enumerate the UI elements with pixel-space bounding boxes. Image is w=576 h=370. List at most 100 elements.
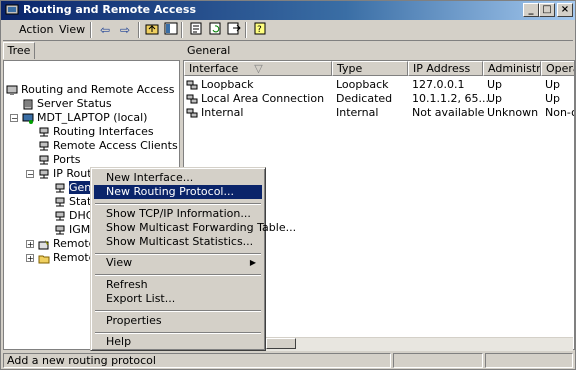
menu-item-show-multicast-statistics[interactable]: Show Multicast Statistics... bbox=[94, 235, 262, 249]
menu-view[interactable]: View bbox=[55, 23, 89, 37]
network-interface-icon bbox=[186, 108, 198, 117]
cell-ip-address: 10.1.1.2, 65.... bbox=[412, 92, 493, 105]
folder-icon bbox=[38, 255, 50, 263]
cell-ip-address: 127.0.0.1 bbox=[412, 78, 465, 91]
forward-icon[interactable]: ⇨ bbox=[116, 22, 134, 38]
maximize-button[interactable]: □ bbox=[539, 3, 555, 17]
cell-type: Loopback bbox=[336, 78, 389, 91]
status-panel bbox=[485, 353, 573, 368]
menu-item-refresh[interactable]: Refresh bbox=[94, 278, 262, 292]
menu-item-properties[interactable]: Properties bbox=[94, 314, 262, 328]
export-list-icon[interactable] bbox=[225, 22, 243, 38]
network-icon bbox=[39, 127, 49, 136]
svg-text:?: ? bbox=[257, 25, 262, 35]
network-icon bbox=[39, 141, 49, 150]
expand-icon[interactable]: + bbox=[26, 254, 34, 263]
menu-toolbar: Action View bbox=[3, 21, 573, 41]
column-ip-address[interactable]: IP Address bbox=[408, 61, 483, 76]
menu-item-new-routing-protocol[interactable]: New Routing Protocol... bbox=[94, 185, 262, 199]
submenu-arrow-icon: ▶ bbox=[249, 258, 256, 267]
column-type[interactable]: Type bbox=[332, 61, 408, 76]
context-menu: New Interface... New Routing Protocol...… bbox=[90, 167, 296, 351]
menu-separator bbox=[95, 332, 261, 334]
tree-node-label: Ports bbox=[53, 153, 81, 166]
help-icon[interactable]: ? bbox=[251, 22, 269, 38]
network-icon bbox=[39, 169, 49, 178]
minimize-button[interactable]: _ bbox=[523, 3, 539, 17]
tree-node-routing-remote-access[interactable]: Routing and Remote Access bbox=[6, 83, 174, 96]
status-text: Add a new routing protocol bbox=[3, 353, 391, 368]
column-administrative-status[interactable]: Administr... bbox=[483, 61, 541, 76]
tab-tree[interactable]: Tree bbox=[3, 42, 35, 59]
cell-oper-status: Up bbox=[545, 78, 561, 91]
network-interface-icon bbox=[186, 80, 198, 89]
tree-node-routing-interfaces[interactable]: Routing Interfaces bbox=[38, 125, 154, 138]
tree-node-static-routes[interactable]: Stati bbox=[54, 195, 94, 208]
show-hide-tree-icon[interactable] bbox=[162, 22, 180, 38]
computer-icon bbox=[22, 113, 34, 124]
menu-item-show-tcpip-information[interactable]: Show TCP/IP Information... bbox=[94, 207, 262, 221]
properties-icon[interactable] bbox=[187, 22, 205, 38]
column-operational-status[interactable]: Operat bbox=[541, 61, 574, 76]
menu-action[interactable]: Action bbox=[15, 23, 57, 37]
menu-item-help[interactable]: Help bbox=[94, 335, 262, 349]
cell-ip-address: Not available bbox=[412, 106, 485, 119]
cell-admin-status: Up bbox=[487, 78, 503, 91]
cell-type: Dedicated bbox=[336, 92, 393, 105]
server-status-icon bbox=[23, 99, 33, 109]
cell-type: Internal bbox=[336, 106, 379, 119]
cell-oper-status: Up bbox=[545, 92, 561, 105]
menu-item-export-list[interactable]: Export List... bbox=[94, 292, 262, 306]
toolbar-separator bbox=[245, 22, 247, 38]
status-bar: Add a new routing protocol bbox=[3, 353, 575, 369]
menu-separator bbox=[95, 310, 261, 312]
network-icon bbox=[55, 225, 65, 234]
refresh-icon[interactable] bbox=[206, 22, 224, 38]
tree-node-label: Server Status bbox=[37, 97, 112, 110]
cell-oper-status: Non-op bbox=[545, 106, 574, 119]
menu-separator bbox=[95, 253, 261, 255]
cell-admin-status: Unknown bbox=[487, 106, 539, 119]
menu-item-show-multicast-forwarding-table[interactable]: Show Multicast Forwarding Table... bbox=[94, 221, 296, 235]
menu-item-new-interface[interactable]: New Interface... bbox=[94, 171, 262, 185]
details-header: General bbox=[183, 42, 575, 59]
policy-icon bbox=[38, 239, 49, 249]
column-interface[interactable]: Interface ▽ bbox=[184, 61, 332, 76]
menu-separator bbox=[95, 274, 261, 276]
collapse-icon[interactable]: − bbox=[10, 114, 18, 123]
table-row[interactable]: Local Area Connection bbox=[186, 92, 324, 105]
network-icon bbox=[55, 197, 65, 206]
cell-admin-status: Up bbox=[487, 92, 503, 105]
cell-interface: Loopback bbox=[201, 78, 254, 91]
title-bar[interactable]: Routing and Remote Access _ □ × bbox=[1, 1, 575, 20]
tree-node-server-status[interactable]: Server Status bbox=[22, 97, 112, 110]
tree-node-remote-access-clients[interactable]: Remote Access Clients (0) bbox=[38, 139, 179, 152]
tree-node-label: Remote Access Clients (0) bbox=[53, 139, 179, 152]
tree-node-label: Routing Interfaces bbox=[53, 125, 154, 138]
table-row[interactable]: Internal bbox=[186, 106, 243, 119]
expand-icon[interactable]: + bbox=[26, 240, 34, 249]
network-icon bbox=[55, 211, 65, 220]
toolbar-separator bbox=[181, 22, 183, 38]
table-row[interactable]: Loopback bbox=[186, 78, 254, 91]
menu-item-label: View bbox=[106, 256, 133, 269]
column-label: Interface bbox=[189, 62, 239, 75]
network-icon bbox=[55, 183, 65, 192]
window-title: Routing and Remote Access bbox=[23, 3, 196, 16]
back-icon[interactable]: ⇦ bbox=[96, 22, 114, 38]
network-interface-icon bbox=[186, 94, 198, 103]
server-icon bbox=[6, 85, 18, 95]
tree-node-label: Routing and Remote Access bbox=[21, 83, 175, 96]
app-window: Routing and Remote Access _ □ × Action V… bbox=[0, 0, 576, 370]
close-button[interactable]: × bbox=[557, 3, 573, 17]
tree-node-mdt-laptop[interactable]: MDT_LAPTOP (local) bbox=[22, 111, 147, 124]
cell-interface: Local Area Connection bbox=[201, 92, 325, 105]
horizontal-scrollbar[interactable] bbox=[265, 337, 573, 351]
toolbar-separator bbox=[138, 22, 140, 38]
menu-item-view[interactable]: View ▶ bbox=[94, 256, 262, 270]
up-folder-icon[interactable] bbox=[143, 22, 161, 38]
collapse-icon[interactable]: − bbox=[26, 170, 34, 179]
scrollbar-thumb[interactable] bbox=[266, 338, 296, 349]
tree-node-ports[interactable]: Ports bbox=[38, 153, 81, 166]
routing-app-icon bbox=[5, 4, 19, 15]
